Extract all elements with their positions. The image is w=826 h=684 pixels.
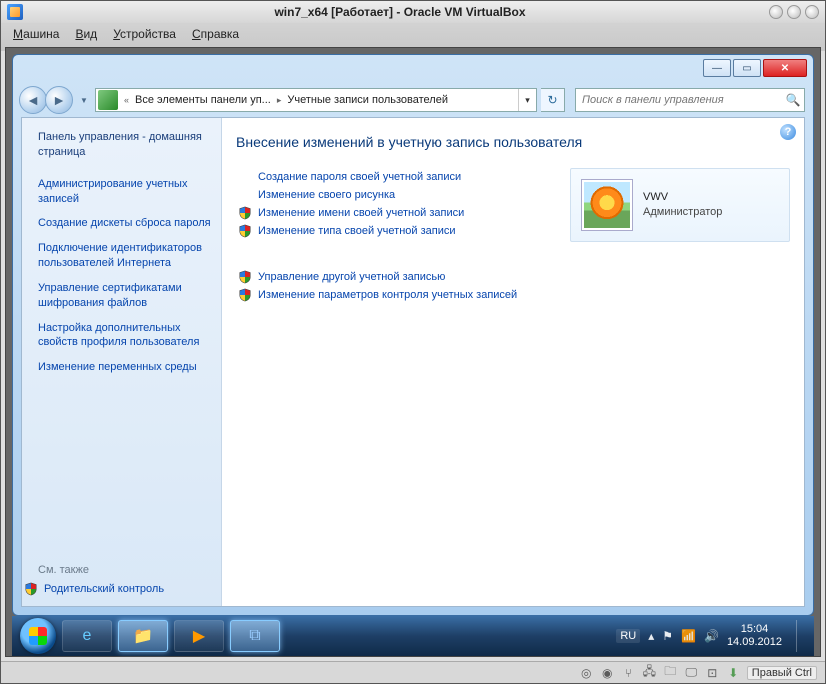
- vbox-network-icon[interactable]: 🖧: [642, 665, 657, 680]
- shield-icon: [238, 206, 252, 220]
- shield-icon: [24, 582, 38, 596]
- vbox-menu-view[interactable]: Вид: [75, 27, 97, 41]
- chevron-up-icon[interactable]: ▴: [648, 629, 654, 643]
- vbox-title: win7_x64 [Работает] - Oracle VM VirtualB…: [31, 5, 769, 19]
- nav-history-dropdown[interactable]: ▼: [77, 86, 91, 114]
- vbox-hdd-icon[interactable]: ◎: [579, 665, 594, 680]
- user-role: Администратор: [643, 205, 722, 220]
- address-dropdown[interactable]: ▾: [518, 89, 536, 111]
- start-button[interactable]: [20, 618, 56, 654]
- user-card: VWV Администратор: [570, 168, 790, 242]
- action-label: Изменение имени своей учетной записи: [258, 207, 464, 219]
- sidebar: Панель управления - домашняя страница Ад…: [22, 118, 222, 606]
- breadcrumb-seg-2[interactable]: Учетные записи пользователей: [285, 94, 450, 106]
- window-caption[interactable]: — ▭ ✕: [13, 55, 813, 83]
- sidebar-link[interactable]: Подключение идентификаторов пользователе…: [38, 241, 211, 271]
- taskbar-mediaplayer[interactable]: ▶: [174, 620, 224, 652]
- avatar-image: [584, 182, 630, 228]
- flag-icon[interactable]: ⚑: [662, 629, 673, 643]
- control-panel-home-link[interactable]: Панель управления - домашняя страница: [38, 130, 211, 160]
- action-link[interactable]: Создание пароля своей учетной записи: [236, 168, 552, 186]
- see-also-heading: См. также: [38, 564, 211, 576]
- vbox-menu-devices[interactable]: Устройства: [113, 27, 176, 41]
- actions-column: Создание пароля своей учетной записи Изме…: [236, 168, 552, 304]
- window-minimize-button[interactable]: —: [703, 59, 731, 77]
- breadcrumb-seg-1[interactable]: Все элементы панели уп...: [133, 94, 273, 106]
- vbox-menubar: Машина Вид Устройства Справка: [1, 23, 825, 45]
- shield-icon: [238, 288, 252, 302]
- guest-display: — ▭ ✕ ◄ ► ▼ « Все элементы панели уп... …: [5, 47, 821, 657]
- vbox-shared-folders-icon[interactable]: 🗀: [663, 665, 678, 680]
- virtualbox-window: win7_x64 [Работает] - Oracle VM VirtualB…: [0, 0, 826, 684]
- action-label: Изменение типа своей учетной записи: [258, 225, 456, 237]
- action-label: Создание пароля своей учетной записи: [258, 171, 461, 183]
- sidebar-link[interactable]: Настройка дополнительных свойств профиля…: [38, 321, 211, 351]
- search-input[interactable]: [576, 94, 782, 106]
- user-accounts-icon: [98, 90, 118, 110]
- refresh-button[interactable]: ↻: [541, 88, 565, 112]
- clock-time: 15:04: [727, 623, 782, 636]
- window-maximize-button[interactable]: ▭: [733, 59, 761, 77]
- taskbar-control-panel[interactable]: ⧉: [230, 620, 280, 652]
- vbox-mouse-icon[interactable]: ⬇: [726, 665, 741, 680]
- shield-icon: [238, 224, 252, 238]
- taskbar: e 📁 ▶ ⧉ RU ▴ ⚑ 📶 🔊 15:04 14.09.2012: [12, 616, 814, 656]
- clock[interactable]: 15:04 14.09.2012: [727, 623, 782, 648]
- search-box[interactable]: 🔍: [575, 88, 805, 112]
- nav-toolbar: ◄ ► ▼ « Все элементы панели уп... ▸ Учет…: [13, 83, 813, 117]
- host-key-label: Правый Ctrl: [752, 667, 812, 679]
- sidebar-link[interactable]: Управление сертификатами шифрования файл…: [38, 281, 211, 311]
- action-label: Изменение параметров контроля учетных за…: [258, 289, 517, 301]
- show-desktop-button[interactable]: [796, 620, 806, 652]
- parental-controls-link[interactable]: Родительский контроль: [24, 582, 211, 596]
- vbox-close-button[interactable]: [805, 5, 819, 19]
- virtualbox-icon: [7, 4, 23, 20]
- vbox-menu-help[interactable]: Справка: [192, 27, 239, 41]
- control-panel-window: — ▭ ✕ ◄ ► ▼ « Все элементы панели уп... …: [12, 54, 814, 616]
- action-link[interactable]: Управление другой учетной записью: [236, 268, 552, 286]
- nav-forward-button[interactable]: ►: [45, 86, 73, 114]
- sidebar-link[interactable]: Изменение переменных среды: [38, 360, 211, 375]
- action-link[interactable]: Изменение параметров контроля учетных за…: [236, 286, 552, 304]
- vbox-cpu-icon[interactable]: ⊡: [705, 665, 720, 680]
- action-label: Управление другой учетной записью: [258, 271, 445, 283]
- content-area: Панель управления - домашняя страница Ад…: [21, 117, 805, 607]
- vbox-titlebar[interactable]: win7_x64 [Работает] - Oracle VM VirtualB…: [1, 1, 825, 23]
- vbox-optical-icon[interactable]: ◉: [600, 665, 615, 680]
- user-name: VWV: [643, 190, 722, 205]
- sidebar-link[interactable]: Создание дискеты сброса пароля: [38, 216, 211, 231]
- system-tray: RU ▴ ⚑ 📶 🔊 15:04 14.09.2012: [616, 620, 806, 652]
- taskbar-explorer[interactable]: 📁: [118, 620, 168, 652]
- action-label: Изменение своего рисунка: [258, 189, 395, 201]
- action-link[interactable]: Изменение своего рисунка: [236, 186, 552, 204]
- vbox-maximize-button[interactable]: [787, 5, 801, 19]
- vbox-minimize-button[interactable]: [769, 5, 783, 19]
- network-icon[interactable]: 📶: [681, 629, 696, 643]
- language-indicator[interactable]: RU: [616, 629, 640, 643]
- vbox-usb-icon[interactable]: ⑂: [621, 665, 636, 680]
- chevron-right-icon: ▸: [273, 95, 286, 106]
- page-heading: Внесение изменений в учетную запись поль…: [236, 134, 790, 150]
- parental-controls-label: Родительский контроль: [44, 583, 164, 595]
- action-link[interactable]: Изменение имени своей учетной записи: [236, 204, 552, 222]
- help-icon[interactable]: ?: [780, 124, 796, 140]
- window-close-button[interactable]: ✕: [763, 59, 807, 77]
- shield-icon: [238, 270, 252, 284]
- taskbar-ie[interactable]: e: [62, 620, 112, 652]
- vbox-menu-machine[interactable]: Машина: [13, 27, 59, 41]
- volume-icon[interactable]: 🔊: [704, 629, 719, 643]
- address-bar[interactable]: « Все элементы панели уп... ▸ Учетные за…: [95, 88, 537, 112]
- vbox-display-icon[interactable]: 🖵: [684, 665, 699, 680]
- sidebar-link[interactable]: Администрирование учетных записей: [38, 177, 211, 207]
- nav-back-button[interactable]: ◄: [19, 86, 47, 114]
- clock-date: 14.09.2012: [727, 636, 782, 649]
- main-panel: ? Внесение изменений в учетную запись по…: [222, 118, 804, 606]
- avatar-frame: [581, 179, 633, 231]
- search-icon[interactable]: 🔍: [782, 93, 804, 107]
- vbox-host-key[interactable]: Правый Ctrl: [747, 666, 817, 680]
- breadcrumb-overflow[interactable]: «: [120, 95, 133, 105]
- action-link[interactable]: Изменение типа своей учетной записи: [236, 222, 552, 240]
- vbox-statusbar: ◎ ◉ ⑂ 🖧 🗀 🖵 ⊡ ⬇ Правый Ctrl: [1, 661, 825, 683]
